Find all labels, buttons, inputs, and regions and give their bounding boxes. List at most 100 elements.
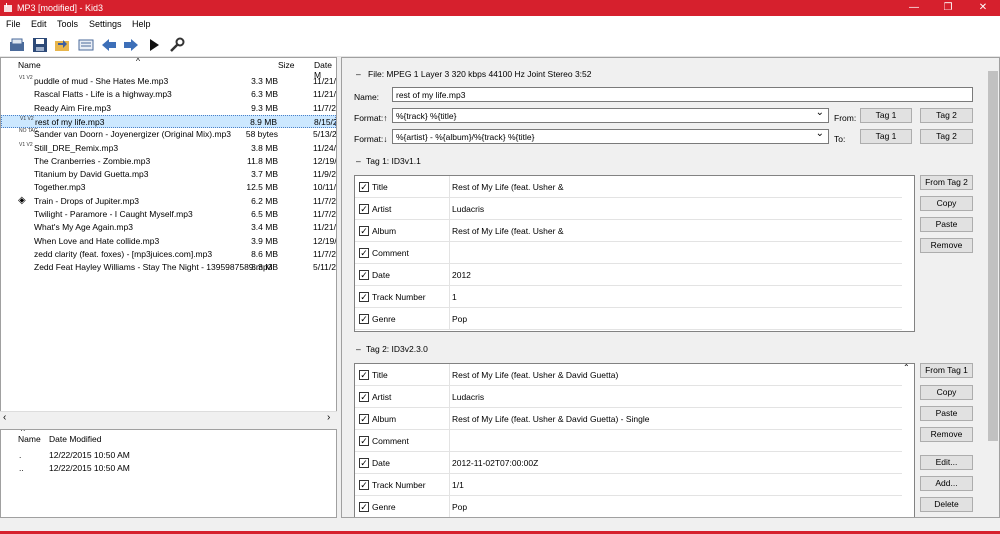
from-tag2-copy-button[interactable]: From Tag 2 xyxy=(920,175,973,190)
tag2-toggle[interactable]: – xyxy=(356,344,361,354)
scrollbar-thumb[interactable] xyxy=(988,71,998,441)
field-checkbox[interactable]: ✓ xyxy=(359,248,369,258)
dir-row-name[interactable]: . xyxy=(19,450,21,460)
tag1-copy-button[interactable]: Copy xyxy=(920,196,973,211)
menu-tools[interactable]: Tools xyxy=(57,19,78,29)
field-value[interactable]: Pop xyxy=(452,314,467,324)
field-value[interactable]: 1 xyxy=(452,292,457,302)
field-value[interactable]: Ludacris xyxy=(452,392,484,402)
dir-column-date[interactable]: Date Modified xyxy=(49,434,101,444)
tag2-field-row[interactable]: ✓ Comment xyxy=(355,430,902,452)
minimize-button[interactable]: — xyxy=(897,0,931,16)
tag2-remove-button[interactable]: Remove xyxy=(920,427,973,442)
from-tag1-button[interactable]: Tag 1 xyxy=(860,108,912,123)
field-value[interactable]: 1/1 xyxy=(452,480,464,490)
field-checkbox[interactable]: ✓ xyxy=(359,502,369,512)
field-checkbox[interactable]: ✓ xyxy=(359,314,369,324)
tag1-remove-button[interactable]: Remove xyxy=(920,238,973,253)
tag1-field-row[interactable]: ✓ Title Rest of My Life (feat. Usher & xyxy=(355,176,902,198)
tag1-field-row[interactable]: ✓ Track Number 1 xyxy=(355,286,902,308)
tag2-field-row[interactable]: ✓ Artist Ludacris xyxy=(355,386,902,408)
tag1-field-row[interactable]: ✓ Album Rest of My Life (feat. Usher & xyxy=(355,220,902,242)
column-name[interactable]: Name xyxy=(18,60,41,70)
tag2-field-row[interactable]: ✓ Track Number 1/1 xyxy=(355,474,902,496)
file-row[interactable]: Twilight - Paramore - I Caught Myself.mp… xyxy=(1,208,336,221)
field-value[interactable]: Ludacris xyxy=(452,204,484,214)
format-down-combo[interactable]: %{artist} - %{album}/%{track} %{title} xyxy=(392,129,829,144)
field-checkbox[interactable]: ✓ xyxy=(359,182,369,192)
field-value[interactable]: Rest of My Life (feat. Usher & David Gue… xyxy=(452,414,649,424)
tag2-edit-button[interactable]: Edit... xyxy=(920,455,973,470)
file-info-toggle[interactable]: – xyxy=(356,69,361,79)
file-row[interactable]: ◈ Train - Drops of Jupiter.mp3 6.2 MB 11/7/… xyxy=(1,195,336,208)
field-value[interactable]: 2012-11-02T07:00:00Z xyxy=(452,458,538,468)
field-checkbox[interactable]: ✓ xyxy=(359,270,369,280)
horizontal-scrollbar[interactable]: ‹ › xyxy=(0,411,337,425)
field-checkbox[interactable]: ✓ xyxy=(359,480,369,490)
field-checkbox[interactable]: ✓ xyxy=(359,392,369,402)
field-value[interactable]: 2012 xyxy=(452,270,471,280)
play-icon[interactable] xyxy=(146,37,162,53)
file-row[interactable]: NO TAG Sander van Doorn - Joyenergizer (O… xyxy=(1,128,336,141)
field-value[interactable]: Pop xyxy=(452,502,467,512)
menu-file[interactable]: File xyxy=(6,19,21,29)
format-up-combo[interactable]: %{track} %{title} xyxy=(392,108,829,123)
file-row[interactable]: V1 V2 puddle of mud - She Hates Me.mp3 3.3… xyxy=(1,75,336,88)
file-row[interactable]: The Cranberries - Zombie.mp3 11.8 MB 12/19… xyxy=(1,155,336,168)
open-icon[interactable] xyxy=(9,37,25,53)
tag1-toggle[interactable]: – xyxy=(356,156,361,166)
from-tag1-copy-button[interactable]: From Tag 1 xyxy=(920,363,973,378)
to-tag2-button[interactable]: Tag 2 xyxy=(920,129,973,144)
file-row[interactable]: Together.mp3 12.5 MB 10/11/ xyxy=(1,181,336,194)
maximize-button[interactable]: ❐ xyxy=(931,0,965,16)
tag1-field-row[interactable]: ✓ Artist Ludacris xyxy=(355,198,902,220)
field-value[interactable]: Rest of My Life (feat. Usher & xyxy=(452,226,563,236)
field-checkbox[interactable]: ✓ xyxy=(359,458,369,468)
tag1-field-row[interactable]: ✓ Genre Pop xyxy=(355,308,902,330)
file-row[interactable]: zedd clarity (feat. foxes) - [mp3juices.… xyxy=(1,248,336,261)
file-row[interactable]: Ready Aim Fire.mp3 9.3 MB 11/7/2 xyxy=(1,102,336,115)
file-row[interactable]: Rascal Flatts - Life is a highway.mp3 6.3… xyxy=(1,88,336,101)
field-checkbox[interactable]: ✓ xyxy=(359,226,369,236)
field-checkbox[interactable]: ✓ xyxy=(359,414,369,424)
tag2-field-row[interactable]: ✓ Title Rest of My Life (feat. Usher & Dav… xyxy=(355,364,902,386)
from-tag2-button[interactable]: Tag 2 xyxy=(920,108,973,123)
tag2-copy-button[interactable]: Copy xyxy=(920,385,973,400)
tag2-field-row[interactable]: ✓ Genre Pop xyxy=(355,496,902,517)
to-tag1-button[interactable]: Tag 1 xyxy=(860,129,912,144)
file-row[interactable]: V1 V2 rest of my life.mp3 8.9 MB 8/15/2 xyxy=(1,114,336,128)
tag1-field-row[interactable]: ✓ Date 2012 xyxy=(355,264,902,286)
field-value[interactable]: Rest of My Life (feat. Usher & xyxy=(452,182,563,192)
next-icon[interactable] xyxy=(123,37,139,53)
menu-settings[interactable]: Settings xyxy=(89,19,122,29)
file-row[interactable]: V1 V2 Still_DRE_Remix.mp3 3.8 MB 11/24/ xyxy=(1,142,336,155)
tag2-scroll-up-icon[interactable]: ⌃ xyxy=(903,363,910,372)
close-button[interactable]: ✕ xyxy=(966,0,1000,16)
tag1-paste-button[interactable]: Paste xyxy=(920,217,973,232)
scroll-right-icon[interactable]: › xyxy=(327,412,330,423)
field-checkbox[interactable]: ✓ xyxy=(359,204,369,214)
tag2-delete-button[interactable]: Delete xyxy=(920,497,973,512)
menu-help[interactable]: Help xyxy=(132,19,151,29)
field-checkbox[interactable]: ✓ xyxy=(359,436,369,446)
scroll-left-icon[interactable]: ‹ xyxy=(3,412,6,423)
column-size[interactable]: Size xyxy=(278,60,295,70)
filename-input[interactable]: rest of my life.mp3 xyxy=(392,87,973,102)
file-row[interactable]: Titanium by David Guetta.mp3 3.7 MB 11/9/2 xyxy=(1,168,336,181)
dir-row-name[interactable]: .. xyxy=(19,463,24,473)
dir-column-name[interactable]: Name xyxy=(18,434,41,444)
menu-edit[interactable]: Edit xyxy=(31,19,47,29)
tag2-add-button[interactable]: Add... xyxy=(920,476,973,491)
file-row[interactable]: Zedd Feat Hayley Williams - Stay The Nig… xyxy=(1,261,336,274)
file-row[interactable]: What's My Age Again.mp3 3.4 MB 11/21/ xyxy=(1,221,336,234)
settings-icon[interactable] xyxy=(169,37,185,53)
field-checkbox[interactable]: ✓ xyxy=(359,370,369,380)
tag2-paste-button[interactable]: Paste xyxy=(920,406,973,421)
playlist-icon[interactable] xyxy=(78,37,94,53)
previous-icon[interactable] xyxy=(101,37,117,53)
field-value[interactable]: Rest of My Life (feat. Usher & David Gue… xyxy=(452,370,618,380)
tag1-field-row[interactable]: ✓ Comment xyxy=(355,242,902,264)
revert-icon[interactable] xyxy=(54,37,70,53)
tag2-field-row[interactable]: ✓ Date 2012-11-02T07:00:00Z xyxy=(355,452,902,474)
field-checkbox[interactable]: ✓ xyxy=(359,292,369,302)
